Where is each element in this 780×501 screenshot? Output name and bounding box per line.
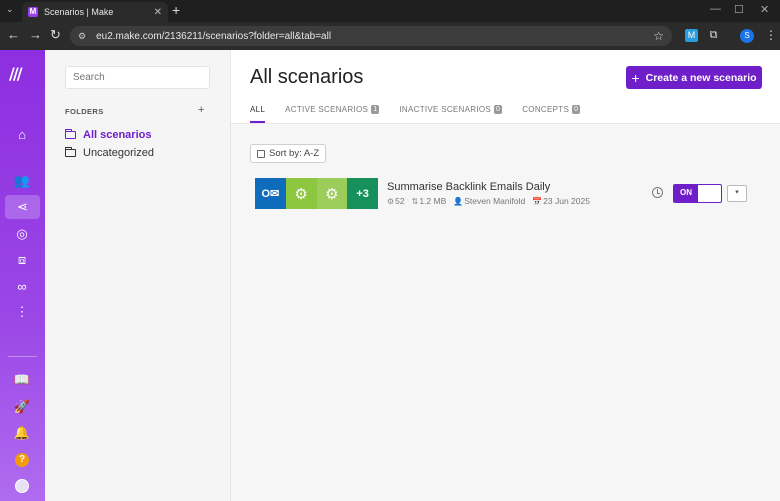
search-input[interactable] [65, 66, 210, 89]
tab-all[interactable]: ALL [250, 105, 266, 123]
scenario-tabs: ALL ACTIVE SCENARIOS 1 INACTIVE SCENARIO… [250, 105, 581, 123]
create-scenario-button[interactable]: + Create a new scenario [626, 66, 762, 89]
date-stat: 📅23 Jun 2025 [532, 196, 590, 206]
plus-icon: + [631, 69, 640, 86]
apps-icon[interactable]: ⧈ [11, 249, 33, 271]
data-size-value: 1.2 MB [419, 196, 447, 206]
folder-label: All scenarios [83, 129, 152, 141]
launch-icon[interactable]: 🚀 [11, 396, 33, 418]
tab-title: Scenarios | Make [44, 7, 114, 17]
user-icon: 👤 [453, 197, 464, 206]
tools-gear-icon: ⚙ [316, 178, 348, 209]
address-bar[interactable]: ⚙ eu2.make.com/2136211/scenarios?folder=… [70, 26, 672, 46]
clock-icon[interactable] [652, 187, 663, 198]
help-icon[interactable]: ? [11, 449, 33, 471]
help-badge: ? [15, 453, 29, 467]
tab-count-badge: 0 [494, 105, 503, 114]
data-transfer-icon: ⇅ [411, 197, 419, 206]
tab-search-icon[interactable]: ⌄ [6, 4, 14, 15]
profile-avatar[interactable]: S [740, 29, 754, 43]
back-icon[interactable]: ← [7, 28, 20, 42]
reload-icon[interactable]: ↻ [50, 28, 61, 42]
folders-heading: FOLDERS [65, 107, 104, 116]
folder-item-uncategorized[interactable]: Uncategorized [65, 147, 154, 159]
make-logo[interactable]: /// [9, 64, 35, 83]
bookmark-star-icon[interactable]: ☆ [653, 29, 664, 43]
maximize-icon[interactable]: ☐ [734, 3, 744, 16]
more-icon[interactable]: ⋮ [11, 301, 33, 323]
home-icon[interactable]: ⌂ [11, 123, 33, 145]
sort-label: Sort by: A-Z [269, 148, 320, 159]
docs-icon[interactable]: 📖 [11, 369, 33, 391]
operations-value: 52 [395, 196, 405, 206]
tab-active-scenarios[interactable]: ACTIVE SCENARIOS 1 [285, 105, 380, 123]
main-nav-rail: /// ⌂ 👥 ⋖ ◎ ⧈ ∞ ⋮ 📖 🚀 🔔 ? [0, 50, 45, 501]
data-size-stat: ⇅1.2 MB [412, 196, 447, 206]
page-title: All scenarios [250, 66, 364, 88]
site-info-icon[interactable]: ⚙ [78, 31, 86, 42]
owner-value: Steven Manifold [464, 196, 526, 206]
browser-menu-icon[interactable]: ⋮ [765, 28, 777, 42]
close-icon[interactable]: ✕ [154, 7, 162, 18]
sort-icon [257, 149, 265, 158]
tab-count-badge: 0 [572, 105, 581, 114]
tab-label: ACTIVE SCENARIOS [285, 105, 369, 114]
browser-tab-bar: ⌄ M Scenarios | Make ✕ + — ☐ ✕ [0, 0, 780, 22]
tab-count-badge: 1 [371, 105, 380, 114]
operations-icon: ⚙ [387, 197, 395, 206]
webhooks-icon[interactable]: ∞ [11, 275, 33, 297]
tools-gear-icon: ⚙ [285, 178, 317, 209]
scenarios-icon[interactable]: ⋖ [5, 195, 40, 219]
scenario-modules: O✉ ⚙ ⚙ +3 [255, 178, 378, 209]
scenario-options-dropdown[interactable]: ▾ [727, 185, 747, 202]
tab-label: INACTIVE SCENARIOS [399, 105, 492, 114]
tab-concepts[interactable]: CONCEPTS 0 [522, 105, 581, 123]
url-text: eu2.make.com/2136211/scenarios?folder=al… [96, 30, 332, 42]
scenario-name[interactable]: Summarise Backlink Emails Daily [387, 181, 550, 193]
window-close-icon[interactable]: ✕ [760, 3, 769, 16]
main-header: All scenarios + Create a new scenario AL… [231, 50, 780, 124]
calendar-icon: 📅 [532, 197, 543, 206]
main-content: All scenarios + Create a new scenario AL… [231, 50, 780, 501]
create-scenario-label: Create a new scenario [645, 71, 757, 84]
browser-toolbar: ← → ↻ ⚙ eu2.make.com/2136211/scenarios?f… [0, 22, 780, 50]
folder-label: Uncategorized [83, 147, 154, 159]
sort-button[interactable]: Sort by: A-Z [250, 144, 327, 163]
team-icon[interactable]: 👥 [11, 170, 33, 192]
rail-divider [8, 356, 37, 357]
folder-item-all-scenarios[interactable]: All scenarios [65, 129, 151, 141]
add-folder-button[interactable]: + [198, 104, 204, 116]
tab-inactive-scenarios[interactable]: INACTIVE SCENARIOS 0 [399, 105, 503, 123]
tab-label: CONCEPTS [522, 105, 570, 114]
folder-open-icon [65, 129, 76, 139]
folder-icon [65, 147, 76, 157]
forward-icon[interactable]: → [29, 28, 42, 42]
tab-label: ALL [250, 105, 266, 114]
folders-panel: FOLDERS + All scenarios Uncategorized [45, 50, 231, 501]
minimize-icon[interactable]: — [710, 3, 721, 15]
date-value: 23 Jun 2025 [543, 196, 590, 206]
notifications-icon[interactable]: 🔔 [11, 422, 33, 444]
scenario-row[interactable]: O✉ ⚙ ⚙ +3 Summarise Backlink Emails Dail… [255, 178, 755, 210]
make-favicon-icon: M [28, 7, 38, 17]
extension-icon[interactable]: M [685, 29, 698, 42]
scenario-on-toggle[interactable]: ON [673, 184, 722, 203]
scenario-meta: ⚙52 ⇅1.2 MB 👤Steven Manifold 📅23 Jun 202… [387, 196, 590, 206]
extensions-puzzle-icon[interactable]: ⧉ [707, 29, 720, 42]
new-tab-icon[interactable]: + [172, 3, 180, 17]
owner-stat: 👤Steven Manifold [453, 196, 525, 206]
operations-stat: ⚙52 [387, 196, 405, 206]
outlook-icon: O✉ [255, 178, 286, 209]
browser-tab[interactable]: M Scenarios | Make ✕ [22, 2, 168, 22]
more-modules-badge: +3 [347, 178, 378, 209]
avatar[interactable] [11, 475, 33, 497]
connections-icon[interactable]: ◎ [11, 223, 33, 245]
toggle-on-label: ON [674, 185, 698, 202]
